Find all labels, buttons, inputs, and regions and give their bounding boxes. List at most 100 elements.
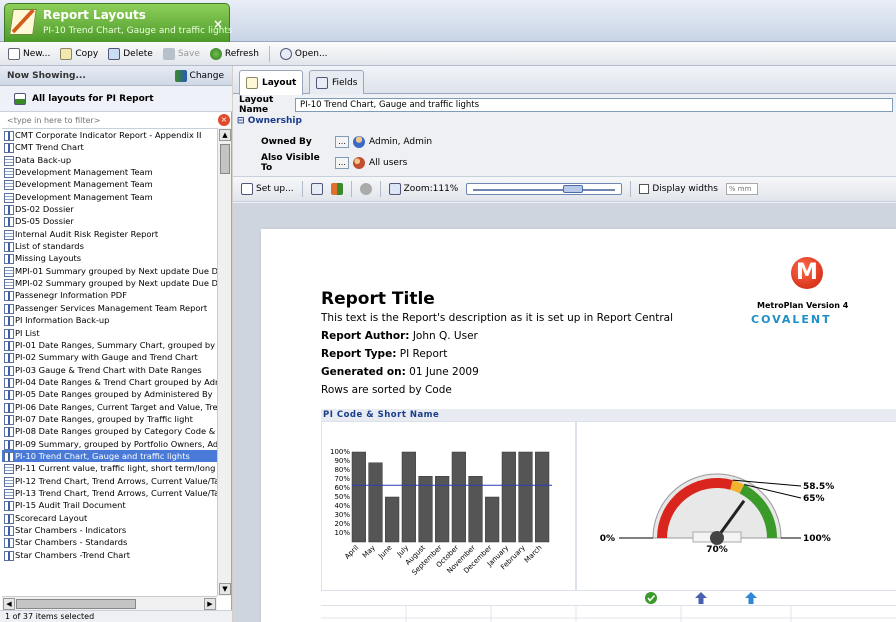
- report-generated: Generated on: 01 June 2009: [321, 366, 479, 378]
- layout-list-item[interactable]: Scorecard Layout: [2, 512, 217, 524]
- zoom-icon[interactable]: [388, 183, 401, 195]
- display-widths-check[interactable]: [639, 184, 650, 194]
- selection-status: 1 of 37 items selected: [0, 610, 232, 622]
- scroll-right-icon[interactable]: ▶: [204, 598, 216, 610]
- pi-code-section-header: PI Code & Short Name: [321, 409, 896, 421]
- save-button[interactable]: Save: [162, 47, 200, 60]
- bar: [368, 462, 383, 543]
- layout-list-item[interactable]: Internal Audit Risk Register Report: [2, 228, 217, 241]
- x-tick-label: May: [361, 544, 377, 560]
- open-button[interactable]: Open...: [279, 47, 328, 60]
- scroll-left-icon[interactable]: ◀: [3, 598, 15, 610]
- report-grid-row: [321, 605, 896, 622]
- report-canvas[interactable]: M MetroPlan Version 4 COVALENT Report Ti…: [233, 203, 896, 622]
- layout-list-item[interactable]: List of standards: [2, 240, 217, 253]
- ownership-section-header[interactable]: ⊟ Ownership: [237, 116, 302, 126]
- layout-list-item[interactable]: PI-01 Date Ranges, Summary Chart, groupe…: [2, 339, 217, 352]
- report-description: This text is the Report's description as…: [321, 312, 674, 324]
- hscroll-thumb[interactable]: [16, 599, 136, 609]
- metroplan-logo: M: [791, 257, 823, 289]
- layout-list-item[interactable]: Passenegr Information PDF: [2, 289, 217, 302]
- layout-list-item[interactable]: Missing Layouts: [2, 252, 217, 265]
- grid-icon[interactable]: [330, 183, 343, 195]
- layout-list-item[interactable]: Development Management Team: [2, 178, 217, 191]
- visible-to-picker-button[interactable]: ...: [335, 157, 349, 169]
- toolbar-separator: [379, 181, 381, 197]
- layout-list-item[interactable]: Star Chambers - Indicators: [2, 524, 217, 537]
- layout-list-item[interactable]: PI Information Back-up: [2, 314, 217, 327]
- zoom-slider-thumb[interactable]: [563, 185, 584, 193]
- owned-by-picker-button[interactable]: ...: [335, 136, 349, 148]
- bar: [485, 496, 500, 543]
- main-toolbar: New... Copy Delete Save Refresh Open...: [0, 42, 896, 66]
- layout-list-item[interactable]: CMT Trend Chart: [2, 141, 217, 154]
- layout-icon: [246, 77, 258, 89]
- layout-list-item[interactable]: PI-03 Gauge & Trend Chart with Date Rang…: [2, 364, 217, 376]
- layouts-panel: Now Showing... Change All layouts for PI…: [0, 66, 232, 622]
- display-widths-checkbox[interactable]: Display widths: [639, 184, 718, 194]
- layout-list-item[interactable]: PI-05 Date Ranges grouped by Administere…: [2, 388, 217, 401]
- now-showing-bar: Now Showing... Change: [0, 66, 232, 86]
- layout-list-item[interactable]: Development Management Team: [2, 166, 217, 179]
- toolbar-separator: [268, 45, 270, 62]
- layout-list-item[interactable]: PI-06 Date Ranges, Current Target and Va…: [2, 401, 217, 413]
- layout-list-item[interactable]: PI-02 Summary with Gauge and Trend Chart: [2, 351, 217, 364]
- group-icon: [353, 157, 365, 169]
- report-author: Report Author: John Q. User: [321, 330, 478, 342]
- filter-input[interactable]: [2, 114, 216, 127]
- layout-list-item[interactable]: MPI-02 Summary grouped by Next update Du…: [2, 277, 217, 290]
- refresh-button[interactable]: Refresh: [209, 47, 259, 60]
- refresh-icon: [209, 47, 222, 60]
- report-layouts-tab[interactable]: Report Layouts PI-10 Trend Chart, Gauge …: [4, 3, 233, 42]
- layout-list-item[interactable]: PI-08 Date Ranges grouped by Category Co…: [2, 425, 217, 438]
- bar: [435, 476, 450, 543]
- tab-layout[interactable]: Layout: [239, 70, 304, 95]
- report-grid-lines: [321, 606, 896, 622]
- zoom-control: Zoom:111%: [388, 183, 458, 195]
- layout-list-item[interactable]: PI-07 Date Ranges, grouped by Traffic li…: [2, 413, 217, 426]
- y-tick-label: 70%: [334, 475, 350, 483]
- report-sort-note: Rows are sorted by Code: [321, 384, 452, 396]
- y-tick-label: 40%: [334, 502, 350, 510]
- user-icon: [353, 136, 365, 148]
- edit-icon[interactable]: [310, 183, 323, 195]
- gauge-cell: 0% 100% 70% 58.5% 65%: [576, 421, 896, 591]
- copy-button[interactable]: Copy: [60, 47, 98, 60]
- layout-list-item[interactable]: Star Chambers - Standards: [2, 536, 217, 549]
- close-tab-icon[interactable]: ×: [213, 17, 223, 31]
- change-button[interactable]: Change: [174, 70, 224, 82]
- layout-list-item[interactable]: MPI-01 Summary grouped by Next update Du…: [2, 265, 217, 278]
- new-button[interactable]: New...: [8, 47, 50, 60]
- layout-list-item[interactable]: PI-12 Trend Chart, Trend Arrows, Current…: [2, 475, 217, 487]
- covalent-logo: COVALENT: [751, 313, 832, 326]
- layout-list-item[interactable]: PI-09 Summary, grouped by Portfolio Owne…: [2, 438, 217, 450]
- layout-list-item[interactable]: Passenger Services Management Team Repor…: [2, 302, 217, 315]
- toolbar-separator: [630, 181, 632, 197]
- layout-list-item[interactable]: PI-10 Trend Chart, Gauge and traffic lig…: [2, 449, 217, 463]
- zoom-slider[interactable]: [466, 183, 623, 195]
- layout-list-item[interactable]: PI-04 Date Ranges & Trend Chart grouped …: [2, 376, 217, 389]
- green-check-icon: [645, 592, 657, 604]
- layout-list-item[interactable]: Development Management Team: [2, 191, 217, 204]
- tab-title: Report Layouts: [43, 8, 146, 22]
- units-input[interactable]: [725, 183, 758, 195]
- layout-list-item[interactable]: PI-15 Audit Trail Document: [2, 499, 217, 512]
- layout-list-item[interactable]: DS-05 Dossier: [2, 215, 217, 228]
- now-showing-label: Now Showing...: [7, 71, 86, 81]
- stop-icon[interactable]: [359, 183, 372, 195]
- bar: [518, 451, 533, 543]
- layout-list-item[interactable]: DS-02 Dossier: [2, 203, 217, 216]
- layout-list-item[interactable]: CMT Corporate Indicator Report - Appendi…: [2, 129, 217, 142]
- tab-fields[interactable]: Fields: [309, 70, 365, 94]
- setup-button[interactable]: Set up...: [241, 183, 294, 195]
- layout-list-item[interactable]: PI-11 Current value, traffic light, shor…: [2, 462, 217, 475]
- list-horizontal-scrollbar[interactable]: ◀ ▶: [2, 596, 217, 610]
- layout-list-item[interactable]: PI List: [2, 327, 217, 339]
- layout-list-item[interactable]: Star Chambers -Trend Chart: [2, 549, 217, 562]
- x-tick-label: March: [523, 544, 544, 565]
- layout-list-item[interactable]: Data Back-up: [2, 154, 217, 167]
- gauge-value-label: 70%: [706, 545, 728, 555]
- delete-button[interactable]: Delete: [108, 47, 153, 60]
- layout-name-input[interactable]: [295, 98, 893, 112]
- layout-list-item[interactable]: PI-13 Trend Chart, Trend Arrows, Current…: [2, 487, 217, 500]
